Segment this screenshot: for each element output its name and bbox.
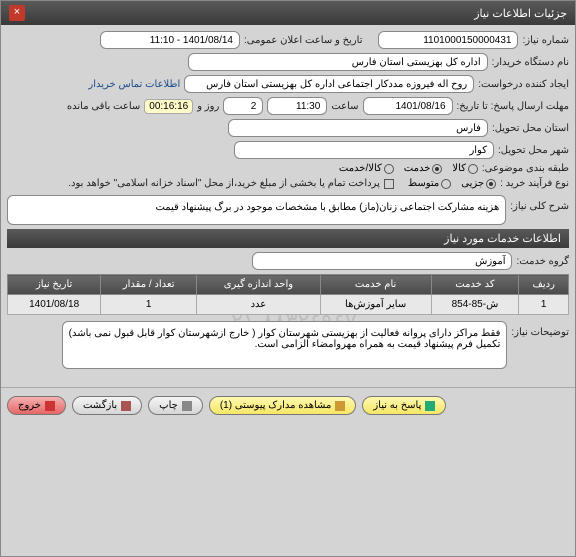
radio-kala[interactable]: کالا	[452, 163, 478, 174]
th-qty: تعداد / مقدار	[101, 275, 197, 295]
window-title: جزئیات اطلاعات نیاز	[474, 7, 567, 20]
province-field: فارس	[228, 119, 488, 137]
class-radio-group: کالا خدمت کالا/خدمت	[339, 163, 478, 174]
td-unit: عدد	[197, 295, 321, 315]
notes-box: فقط مراکز دارای پروانه فعالیت از بهزیستی…	[62, 321, 508, 369]
city-label: شهر محل تحویل:	[498, 145, 569, 156]
countdown-box: 00:16:16	[144, 99, 193, 114]
city-field: کوار	[234, 141, 494, 159]
deadline-time-field: 11:30	[267, 97, 327, 115]
province-label: استان محل تحویل:	[492, 123, 569, 134]
days-label: روز و	[197, 101, 219, 112]
contact-link[interactable]: اطلاعات تماس خریدار	[88, 79, 180, 90]
radio-tiny[interactable]: جزیی	[461, 178, 496, 189]
announce-field: 1401/08/14 - 11:10	[100, 31, 240, 49]
reply-icon	[425, 401, 435, 411]
attachments-button[interactable]: مشاهده مدارک پیوستی (1)	[209, 396, 357, 415]
details-window: جزئیات اطلاعات نیاز × شماره نیاز: 110100…	[0, 0, 576, 557]
service-group-label: گروه خدمت:	[516, 256, 569, 267]
exit-icon	[45, 401, 55, 411]
desc-box: هزینه مشارکت اجتماعی زنان(ماز) مطابق با …	[7, 195, 506, 225]
reply-button[interactable]: پاسخ به نیاز	[362, 396, 446, 415]
services-table: ردیف کد خدمت نام خدمت واحد اندازه گیری ت…	[7, 274, 569, 315]
buyer-field: اداره کل بهزیستی استان فارس	[188, 53, 488, 71]
th-name: نام خدمت	[320, 275, 431, 295]
creator-field: روح اله فیروزه مددکار اجتماعی اداره کل ب…	[184, 75, 474, 93]
buyer-label: نام دستگاه خریدار:	[492, 57, 569, 68]
radio-service[interactable]: خدمت	[404, 163, 443, 174]
back-icon	[121, 401, 131, 411]
class-label: طبقه بندی موضوعی:	[482, 163, 569, 174]
table-row: 1 ش-85-854 سایر آموزش‌ها عدد 1 1401/08/1…	[8, 295, 569, 315]
td-date: 1401/08/18	[8, 295, 101, 315]
titlebar: جزئیات اطلاعات نیاز ×	[1, 1, 575, 25]
need-no-label: شماره نیاز:	[522, 35, 569, 46]
close-icon[interactable]: ×	[9, 5, 25, 21]
footer-buttons: پاسخ به نیاز مشاهده مدارک پیوستی (1) چاپ…	[1, 387, 575, 423]
th-row: ردیف	[519, 275, 569, 295]
pay-note: پرداخت تمام یا بخشی از مبلغ خرید،از محل …	[68, 178, 380, 189]
creator-label: ایجاد کننده درخواست:	[478, 79, 569, 90]
proc-radio-group: جزیی متوسط	[408, 178, 496, 189]
radio-kala-service[interactable]: کالا/خدمت	[339, 163, 394, 174]
need-no-field: 1101000150000431	[378, 31, 518, 49]
exit-button[interactable]: خروج	[7, 396, 66, 415]
service-group-field: آموزش	[252, 252, 512, 270]
back-button[interactable]: بازگشت	[72, 396, 142, 415]
proc-label: نوع فرآیند خرید :	[500, 178, 569, 189]
announce-label: تاریخ و ساعت اعلان عمومی:	[244, 35, 363, 46]
th-date: تاریخ نیاز	[8, 275, 101, 295]
days-field: 2	[223, 97, 263, 115]
form-content: شماره نیاز: 1101000150000431 تاریخ و ساع…	[1, 25, 575, 379]
desc-label: شرح کلی نیاز:	[510, 195, 569, 212]
th-unit: واحد اندازه گیری	[197, 275, 321, 295]
th-code: کد خدمت	[431, 275, 519, 295]
deadline-label: مهلت ارسال پاسخ: تا تاریخ:	[457, 101, 569, 112]
attach-icon	[335, 401, 345, 411]
print-button[interactable]: چاپ	[148, 396, 203, 415]
td-code: ش-85-854	[431, 295, 519, 315]
time-label: ساعت	[331, 101, 358, 112]
td-name: سایر آموزش‌ها	[320, 295, 431, 315]
services-header: اطلاعات خدمات مورد نیاز	[7, 229, 569, 248]
pay-checkbox[interactable]	[384, 179, 394, 189]
print-icon	[182, 401, 192, 411]
td-row: 1	[519, 295, 569, 315]
table-header-row: ردیف کد خدمت نام خدمت واحد اندازه گیری ت…	[8, 275, 569, 295]
deadline-date-field: 1401/08/16	[363, 97, 453, 115]
remain-label: ساعت باقی مانده	[67, 101, 140, 112]
radio-medium[interactable]: متوسط	[408, 178, 451, 189]
td-qty: 1	[101, 295, 197, 315]
notes-label: توضیحات نیاز:	[511, 321, 569, 338]
